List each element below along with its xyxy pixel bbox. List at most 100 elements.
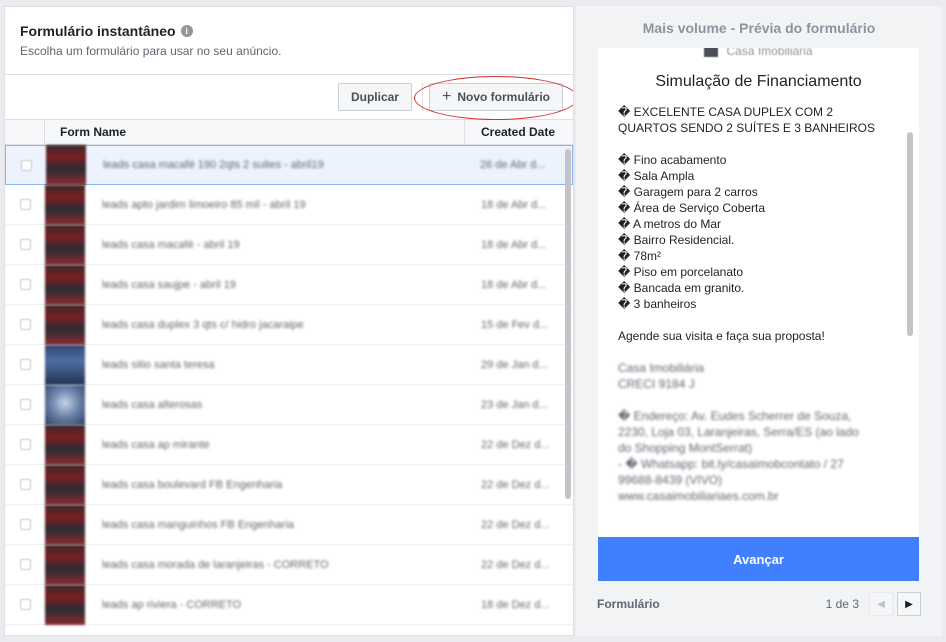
- form-name-cell: leads casa macafé - abril 19: [102, 238, 240, 251]
- form-name-cell: leads casa saujpe - abril 19: [102, 278, 236, 291]
- feature-item: � 3 banheiros: [618, 297, 697, 311]
- form-description: � EXCELENTE CASA DUPLEX COM 2 QUARTOS SEN…: [598, 91, 919, 504]
- form-name-cell: leads casa boulevard FB Engenharia: [102, 478, 283, 491]
- info-icon[interactable]: i: [180, 25, 193, 37]
- row-checkbox-cell[interactable]: [5, 559, 45, 570]
- headline: � EXCELENTE CASA DUPLEX COM 2 QUARTOS SEN…: [618, 104, 899, 136]
- row-checkbox-cell[interactable]: [5, 519, 45, 530]
- form-name-cell: leads ap riviera - CORRETO: [102, 598, 242, 611]
- row-checkbox-cell[interactable]: [5, 439, 45, 450]
- created-date-cell: 18 de Abr d...: [481, 238, 547, 251]
- table-row[interactable]: leads casa saujpe - abril 19 18 de Abr d.…: [5, 264, 573, 305]
- table-row[interactable]: leads casa macafé 190 2qts 2 suites - ab…: [5, 145, 573, 185]
- row-checkbox-cell[interactable]: [5, 599, 45, 610]
- table-row[interactable]: leads casa macafé - abril 19 18 de Abr d.…: [5, 224, 573, 265]
- feature-item: � Fino acabamento: [618, 153, 727, 167]
- new-form-button[interactable]: + Novo formulário: [428, 83, 563, 111]
- created-date-cell: 18 de Abr d...: [481, 278, 547, 291]
- preview-footer: Formulário 1 de 3 ◀ ▶: [597, 590, 921, 618]
- form-preview-card: Casa Imobiliária Simulação de Financiame…: [598, 48, 919, 537]
- row-checkbox[interactable]: [19, 239, 31, 250]
- table-row[interactable]: leads casa manguinhos FB Engenharia 22 de…: [5, 504, 573, 545]
- select-all-column[interactable]: [5, 120, 45, 144]
- brand-header: Casa Imobiliária: [598, 48, 919, 58]
- panel-header: Formulário instantâneo i Escolha um form…: [5, 7, 573, 75]
- row-checkbox-cell[interactable]: [5, 399, 45, 410]
- row-checkbox[interactable]: [19, 479, 31, 490]
- table-row[interactable]: leads casa morada de laranjeiras - CORRE…: [5, 544, 573, 585]
- row-checkbox-cell[interactable]: [5, 479, 45, 490]
- brand-name: Casa Imobiliária: [726, 48, 813, 58]
- call-to-action: Agende sua visita e faça sua proposta!: [618, 329, 825, 343]
- row-checkbox-cell[interactable]: [5, 239, 45, 250]
- address-line: www.casaimobiliariaes.com.br: [618, 489, 779, 503]
- panel-subtitle: Escolha um formulário para usar no seu a…: [20, 44, 282, 58]
- page-indicator: 1 de 3: [825, 597, 859, 611]
- row-checkbox-cell[interactable]: [5, 279, 45, 290]
- headline-line: QUARTOS SENDO 2 SUÍTES E 3 BANHEIROS: [618, 121, 875, 135]
- row-checkbox-cell[interactable]: [6, 159, 46, 171]
- preview-title: Mais volume - Prévia do formulário: [642, 20, 876, 36]
- table-row[interactable]: leads casa ap mirante 22 de Dez d...: [5, 424, 573, 465]
- panel-title: Formulário instantâneo: [20, 23, 176, 39]
- footer-label: Formulário: [597, 597, 660, 611]
- form-list-panel: Formulário instantâneo i Escolha um form…: [4, 6, 574, 636]
- form-thumbnail: [45, 584, 85, 625]
- row-checkbox[interactable]: [20, 159, 32, 171]
- row-checkbox[interactable]: [19, 399, 31, 410]
- table-row[interactable]: leads casa duplex 3 qts c/ hidro jacarai…: [5, 304, 573, 345]
- row-checkbox[interactable]: [19, 599, 31, 610]
- created-date-cell: 23 de Jan d...: [481, 398, 548, 411]
- form-thumbnail: [45, 384, 85, 425]
- toolbar-divider: [421, 83, 423, 111]
- table-row[interactable]: leads sitio santa teresa 29 de Jan d...: [5, 344, 573, 385]
- created-date-cell: 22 de Dez d...: [481, 478, 550, 491]
- form-thumbnail: [45, 424, 85, 465]
- table-row[interactable]: leads casa boulevard FB Engenharia 22 de …: [5, 464, 573, 505]
- row-checkbox[interactable]: [19, 359, 31, 370]
- form-name-cell: leads casa duplex 3 qts c/ hidro jacarai…: [102, 318, 304, 331]
- duplicate-button[interactable]: Duplicar: [337, 83, 412, 111]
- preview-scrollbar[interactable]: [907, 132, 913, 336]
- form-thumbnail: [45, 264, 85, 305]
- table-row[interactable]: leads casa alterosas 23 de Jan d...: [5, 384, 573, 425]
- form-thumbnail: [45, 504, 85, 545]
- row-checkbox[interactable]: [19, 519, 31, 530]
- feature-item: � Bancada em granito.: [618, 281, 745, 295]
- contact-line: CRECI 9184 J: [618, 377, 695, 391]
- row-checkbox-cell[interactable]: [5, 319, 45, 330]
- row-checkbox[interactable]: [19, 319, 31, 330]
- headline-line: � EXCELENTE CASA DUPLEX COM 2: [618, 105, 834, 119]
- new-form-label: Novo formulário: [457, 90, 550, 104]
- plus-icon: +: [441, 88, 452, 105]
- prev-page-icon[interactable]: ◀: [869, 592, 893, 616]
- row-checkbox[interactable]: [19, 559, 31, 570]
- row-checkbox[interactable]: [19, 439, 31, 450]
- row-checkbox[interactable]: [19, 199, 31, 210]
- created-date-cell: 22 de Dez d...: [481, 518, 550, 531]
- feature-item: � Sala Ampla: [618, 169, 695, 183]
- feature-item: � Área de Serviço Coberta: [618, 201, 766, 215]
- address-line: � Endereço: Av. Eudes Scherrer de Souza,: [618, 409, 852, 423]
- created-date-cell: 29 de Jan d...: [481, 358, 548, 371]
- form-thumbnail: [46, 145, 86, 185]
- row-checkbox-cell[interactable]: [5, 359, 45, 370]
- form-name-cell: leads sitio santa teresa: [102, 358, 215, 371]
- row-checkbox-cell[interactable]: [5, 199, 45, 210]
- table-row[interactable]: leads apto jardim limoeiro 85 mil - abri…: [5, 184, 573, 225]
- table-row[interactable]: leads ap riviera - CORRETO 18 de Dez d...: [5, 584, 573, 625]
- form-thumbnail: [45, 304, 85, 345]
- address-line: do Shopping MontSerrat): [618, 441, 753, 455]
- feature-item: � Piso em porcelanato: [618, 265, 744, 279]
- column-form-name[interactable]: Form Name: [45, 120, 465, 144]
- preview-panel: Mais volume - Prévia do formulário Casa …: [576, 6, 942, 636]
- brand-logo-icon: [704, 48, 719, 57]
- created-date-cell: 15 de Fev d...: [481, 318, 549, 331]
- form-name-cell: leads casa morada de laranjeiras - CORRE…: [102, 558, 329, 571]
- form-table-body: leads casa macafé 190 2qts 2 suites - ab…: [5, 145, 573, 625]
- next-page-icon[interactable]: ▶: [897, 592, 921, 616]
- table-scrollbar[interactable]: [565, 149, 571, 499]
- advance-button[interactable]: Avançar: [598, 537, 919, 581]
- column-created-date[interactable]: Created Date: [465, 125, 573, 139]
- row-checkbox[interactable]: [19, 279, 31, 290]
